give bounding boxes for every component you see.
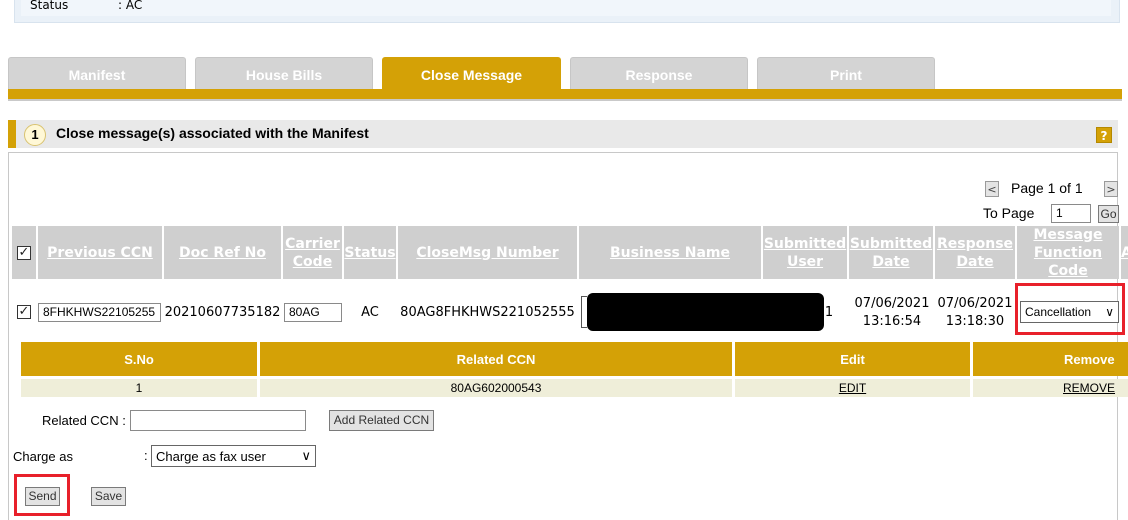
previous-ccn-input[interactable]: 8FHKHWS22105255 [38, 303, 161, 322]
tab-print[interactable]: Print [757, 57, 935, 89]
help-icon[interactable]: ? [1096, 127, 1112, 143]
charge-as-label: Charge as [13, 449, 73, 464]
col-carrier-code[interactable]: Carrier Code [283, 226, 342, 279]
chevron-down-icon: ∨ [301, 448, 311, 463]
go-button[interactable]: Go [1098, 205, 1119, 223]
related-col-remove: Remove [973, 342, 1128, 376]
related-col-ccn: Related CCN [260, 342, 732, 376]
response-date-value: 07/06/2021 [937, 296, 1013, 311]
redaction-mark [587, 293, 824, 331]
col-message-function-code[interactable]: Message Function Code [1017, 226, 1119, 279]
doc-ref-no-value: 20210607735182 [164, 304, 281, 320]
submitted-user-value: 1 [824, 304, 834, 320]
col-closemsg-number[interactable]: CloseMsg Number [398, 226, 577, 279]
select-all-cell: ✓ [12, 226, 36, 279]
status-value-cell: AC [361, 304, 379, 320]
related-col-sno: S.No [21, 342, 257, 376]
carrier-code-input[interactable]: 80AG [284, 303, 342, 322]
select-all-checkbox[interactable]: ✓ [17, 245, 31, 260]
related-ccn-label: Related CCN : [42, 413, 126, 428]
tab-bar [8, 89, 1122, 99]
col-truncated: A [1121, 226, 1128, 279]
charge-as-select[interactable]: Charge as fax user ∨ [151, 445, 316, 467]
col-response-date[interactable]: Response Date [935, 226, 1015, 279]
to-page-label: To Page [983, 205, 1035, 221]
status-value: : AC [118, 0, 143, 12]
submitted-time-value: 13:16:54 [862, 314, 922, 329]
col-status[interactable]: Status [344, 226, 396, 279]
col-submitted-user[interactable]: Submitted User [763, 226, 847, 279]
to-page-input[interactable]: 1 [1051, 204, 1091, 223]
related-row-edit-cell: EDIT [735, 379, 970, 397]
remove-link[interactable]: REMOVE [1063, 381, 1115, 395]
next-page-button[interactable]: > [1104, 181, 1118, 197]
submitted-date-value: 07/06/2021 [854, 296, 930, 311]
status-label: Status [30, 0, 69, 12]
section-title: Close message(s) associated with the Man… [56, 125, 369, 141]
save-button[interactable]: Save [91, 487, 126, 506]
edit-link[interactable]: EDIT [839, 381, 866, 395]
tab-close-message[interactable]: Close Message [382, 57, 561, 89]
status-panel [14, 0, 1120, 23]
charge-as-value: Charge as fax user [156, 448, 266, 464]
page-indicator: Page 1 of 1 [1011, 180, 1083, 196]
charge-as-colon: : [144, 448, 148, 463]
col-doc-ref-no[interactable]: Doc Ref No [164, 226, 281, 279]
send-button[interactable]: Send [25, 487, 60, 506]
related-col-edit: Edit [735, 342, 970, 376]
response-time-value: 13:18:30 [945, 314, 1005, 329]
tab-manifest[interactable]: Manifest [8, 57, 186, 89]
related-row-remove-cell: REMOVE [973, 379, 1128, 397]
col-submitted-date[interactable]: Submitted Date [849, 226, 933, 279]
row-select-checkbox[interactable]: ✓ [17, 305, 31, 319]
tab-house-bills[interactable]: House Bills [195, 57, 373, 89]
chevron-down-icon: ∨ [1105, 305, 1114, 319]
related-row-ccn: 80AG602000543 [260, 379, 732, 397]
section-number: 1 [24, 124, 46, 146]
closemsg-number-value: 80AG8FHKHWS221052555 [400, 304, 575, 320]
related-row-sno: 1 [21, 379, 257, 397]
message-function-value: Cancellation [1025, 305, 1092, 319]
prev-page-button[interactable]: < [985, 181, 999, 197]
col-business-name[interactable]: Business Name [579, 226, 761, 279]
message-function-select[interactable]: Cancellation ∨ [1020, 301, 1119, 323]
row-select-cell: ✓ [12, 292, 36, 332]
tab-bar-divider [8, 99, 1122, 101]
add-related-ccn-button[interactable]: Add Related CCN [329, 410, 434, 431]
tab-response[interactable]: Response [570, 57, 748, 89]
related-ccn-input[interactable] [130, 410, 306, 431]
col-previous-ccn[interactable]: Previous CCN [38, 226, 162, 279]
